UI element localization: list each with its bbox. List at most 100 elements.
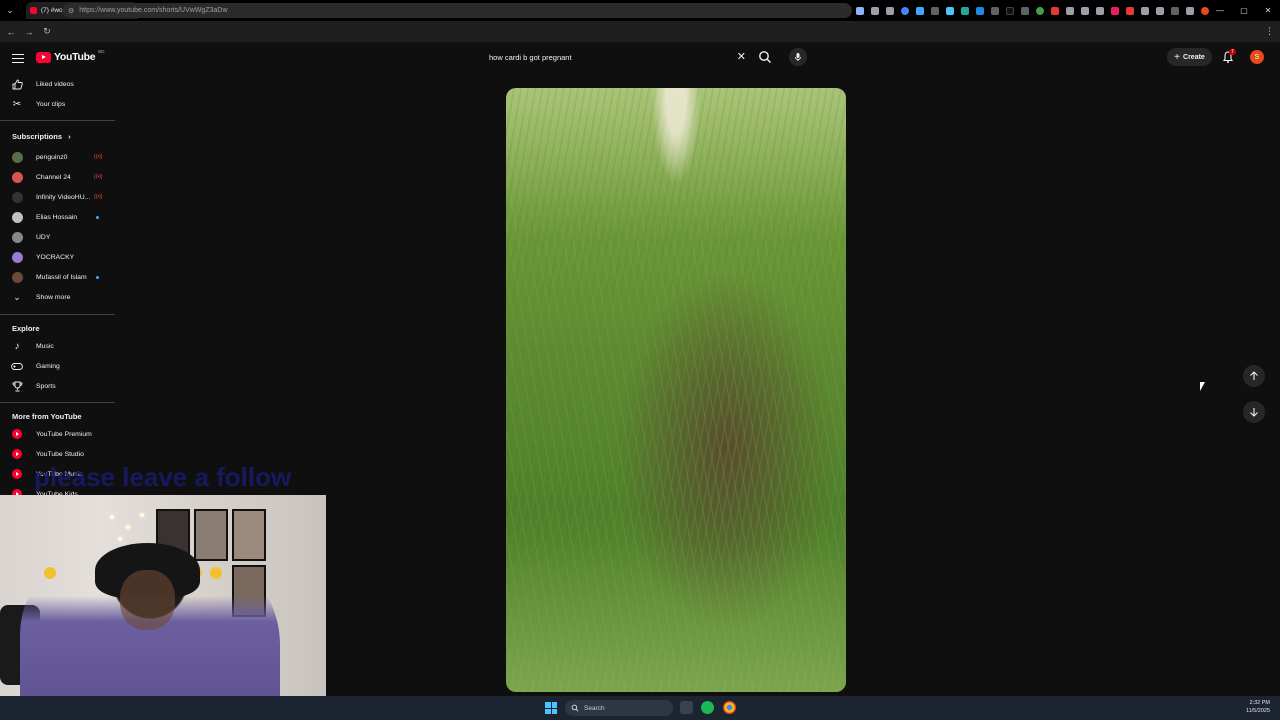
sidebar-item-your-clips[interactable]: ✂ Your clips [10, 94, 110, 114]
channel-avatar [12, 211, 23, 223]
show-more-button[interactable]: ⌄ Show more [10, 287, 110, 307]
search-button[interactable] [757, 49, 773, 65]
extension-icon[interactable] [871, 6, 879, 15]
back-arrow-icon[interactable]: ← [2, 27, 20, 37]
close-window-icon[interactable]: ✕ [1256, 6, 1280, 15]
youtube-play-icon [36, 51, 51, 63]
sidebar-item-liked-videos[interactable]: Liked videos [10, 74, 110, 94]
site-info-icon[interactable]: ⚙ [68, 7, 74, 15]
thumbs-up-icon [10, 77, 24, 91]
sidebar-item-youtube-studio[interactable]: YouTube Studio [10, 444, 110, 464]
extension-icon[interactable] [1126, 6, 1134, 15]
mouse-cursor-icon [1200, 382, 1205, 391]
sidebar-item-label: Your clips [36, 100, 66, 108]
forward-arrow-icon[interactable]: → [20, 27, 38, 37]
live-icon: ((•)) [94, 194, 103, 200]
explore-heading: Explore [12, 324, 40, 333]
youtube-premium-icon [12, 429, 22, 439]
sidebar-item-subscription[interactable]: Channel 24 ((•)) [10, 167, 110, 187]
channel-name: YOCRACKY [36, 253, 75, 261]
clear-search-icon[interactable]: ✕ [737, 50, 746, 63]
chrome-icon[interactable] [723, 701, 736, 714]
sidebar-item-music[interactable]: ♪ Music [10, 336, 110, 356]
sidebar-item-subscription[interactable]: Infinity VideoHU... ((•)) [10, 187, 110, 207]
menu-icon[interactable] [12, 51, 24, 66]
extension-icon[interactable] [916, 6, 924, 15]
youtube-music-icon [12, 469, 22, 479]
short-video-player[interactable] [506, 88, 846, 692]
browser-menu-icon[interactable]: ⋮ [1265, 26, 1274, 37]
extension-icon[interactable] [1006, 6, 1014, 15]
sidebar-item-label: Liked videos [36, 80, 74, 88]
extension-icon[interactable] [1081, 6, 1089, 15]
sidebar-item-subscription[interactable]: penguinz0 ((•)) [10, 147, 110, 167]
taskbar-search-label: Search [584, 704, 605, 712]
extension-icon[interactable] [856, 6, 864, 15]
sidebar: Liked videos ✂ Your clips Subscriptions … [0, 74, 118, 514]
search-input[interactable]: how cardi b got pregnant ✕ [482, 47, 752, 67]
extension-icon[interactable] [1066, 6, 1074, 15]
live-icon: ((•)) [94, 154, 103, 160]
sidebar-item-youtube-premium[interactable]: YouTube Premium [10, 424, 110, 444]
extension-icon[interactable] [1111, 6, 1119, 15]
fairy-light [140, 513, 144, 517]
channel-avatar [12, 171, 23, 183]
sidebar-item-gaming[interactable]: Gaming [10, 356, 110, 376]
extension-icon[interactable] [1051, 6, 1059, 15]
profile-icon[interactable] [1201, 6, 1209, 15]
subscriptions-heading[interactable]: Subscriptions › [12, 132, 71, 141]
extension-icon[interactable] [931, 6, 939, 15]
sidebar-item-subscription[interactable]: Elias Hossain [10, 207, 110, 227]
url-bar[interactable]: ⚙ https://www.youtube.com/shorts/UVwWgZ3… [62, 3, 852, 18]
sidebar-item-subscription[interactable]: UDY [10, 227, 110, 247]
puzzle-icon[interactable] [1156, 6, 1164, 15]
sidebar-item-sports[interactable]: Sports [10, 376, 110, 396]
gamepad-icon [10, 359, 24, 373]
sidebar-divider [0, 314, 115, 315]
channel-name: penguinz0 [36, 153, 68, 161]
extension-icon[interactable] [961, 6, 969, 15]
scissors-icon: ✂ [12, 98, 22, 110]
channel-avatar [12, 151, 23, 163]
account-avatar[interactable]: S [1250, 50, 1264, 64]
bookmark-star-icon[interactable] [886, 6, 894, 15]
country-code: BD [98, 49, 105, 54]
create-button[interactable]: + Create [1167, 48, 1212, 66]
extension-icon[interactable] [1021, 6, 1029, 15]
channel-avatar [12, 251, 23, 263]
taskbar-clock[interactable]: 2:32 PM 11/5/2025 [1246, 699, 1270, 715]
extension-icon[interactable] [991, 6, 999, 15]
search-query: how cardi b got pregnant [489, 52, 572, 62]
extension-icon[interactable] [1036, 6, 1044, 15]
youtube-logo[interactable]: YouTube BD [36, 49, 105, 63]
channel-avatar [12, 271, 23, 283]
new-content-dot [96, 215, 99, 219]
subscriptions-heading-label: Subscriptions [12, 132, 63, 141]
next-short-button[interactable] [1243, 401, 1265, 423]
microphone-icon [795, 53, 801, 61]
file-explorer-icon[interactable] [680, 701, 693, 714]
voice-search-button[interactable] [789, 48, 807, 66]
minimize-icon[interactable]: — [1208, 6, 1232, 15]
notification-badge: 7 [1229, 49, 1236, 55]
poster-frame [232, 509, 266, 561]
search-icon [571, 704, 579, 712]
extension-icon[interactable] [1141, 6, 1149, 15]
more-from-youtube-heading: More from YouTube [12, 412, 82, 421]
extension-icon[interactable] [1096, 6, 1104, 15]
maximize-icon[interactable]: ▢ [1232, 6, 1256, 15]
reload-icon[interactable]: ↻ [38, 26, 56, 37]
tab-search-icon[interactable]: ⌄ [0, 0, 20, 21]
download-icon[interactable] [1186, 6, 1194, 15]
sidebar-item-label: Sports [36, 382, 56, 390]
sidebar-item-subscription[interactable]: YOCRACKY [10, 247, 110, 267]
extension-icon[interactable] [946, 6, 954, 15]
sidebar-item-subscription[interactable]: Mufassil of Islam [10, 267, 110, 287]
windows-start-icon[interactable] [545, 702, 557, 714]
previous-short-button[interactable] [1243, 365, 1265, 387]
taskbar-search[interactable]: Search [565, 700, 673, 716]
extension-icon[interactable] [901, 6, 909, 15]
sidebar-icon[interactable] [1171, 6, 1179, 15]
spotify-icon[interactable] [701, 701, 714, 714]
extension-icon[interactable] [976, 6, 984, 15]
